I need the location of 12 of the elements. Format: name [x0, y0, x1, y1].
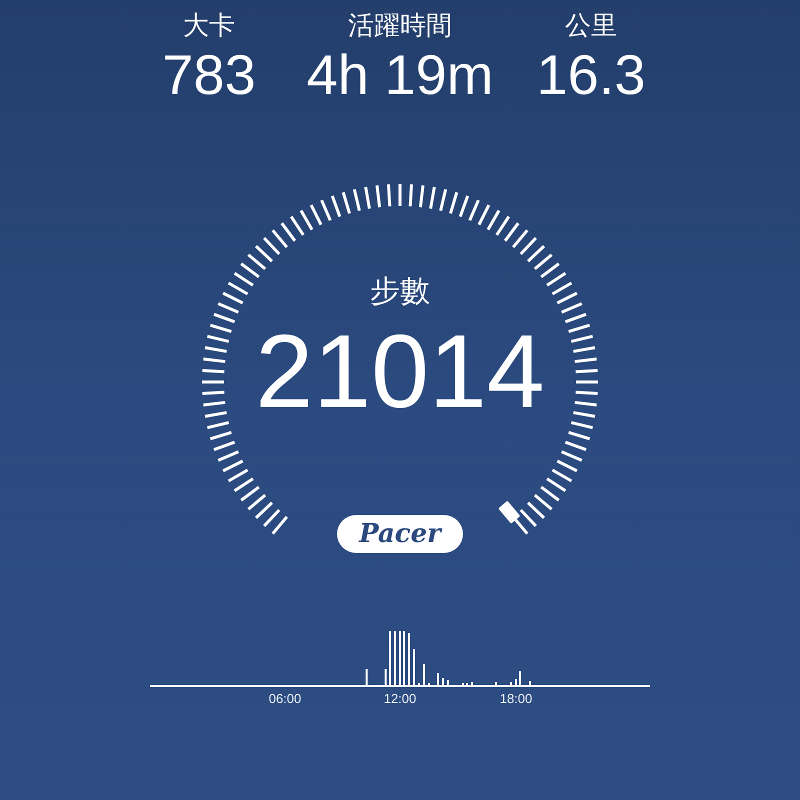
- stat-label: 公里: [565, 9, 617, 42]
- time-label: 12:00: [384, 691, 416, 707]
- steps-label: 步數: [370, 274, 430, 310]
- time-label: 18:00: [500, 691, 532, 707]
- time-label: 06:00: [268, 691, 302, 707]
- stat-value: 783: [162, 42, 256, 108]
- stat-value: 16.3: [536, 42, 646, 108]
- steps-value: 21014: [255, 314, 545, 430]
- stat-label: 活躍時間: [348, 9, 452, 42]
- pacer-logo: Pacer: [337, 515, 463, 553]
- stat-label: 大卡: [183, 9, 235, 42]
- stat-value: 4h 19m: [306, 42, 494, 108]
